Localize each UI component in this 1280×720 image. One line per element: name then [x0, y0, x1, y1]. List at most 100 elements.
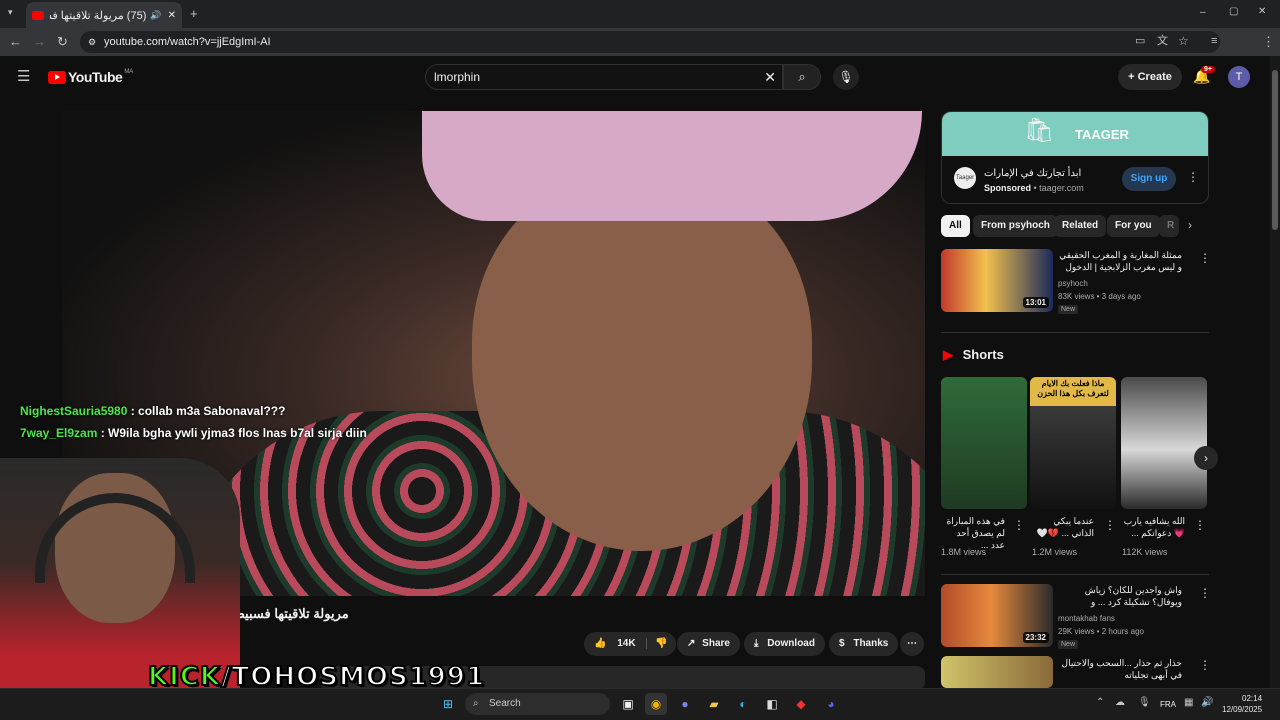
share-label: Share [702, 638, 730, 649]
new-tab-icon[interactable]: + [190, 7, 198, 20]
share-icon: ↗ [687, 638, 696, 649]
taskbar-clock[interactable]: 02:14 12/09/2025 [1222, 693, 1262, 715]
clock-time: 02:14 [1242, 694, 1263, 703]
related-video-title[interactable]: ممثلة المغاربة و المغرب الحقيقي و ليس مغ… [1058, 249, 1182, 273]
discord-icon[interactable]: ◕ [820, 693, 842, 715]
search-button[interactable]: ⌕ [783, 64, 821, 90]
create-label: Create [1137, 71, 1172, 83]
ad-menu-icon[interactable]: ⋮ [1187, 170, 1199, 184]
search-query: lmorphin [434, 70, 481, 84]
thanks-button[interactable]: $ Thanks [829, 632, 899, 656]
scrollbar-thumb[interactable] [1272, 70, 1278, 230]
short-title[interactable]: عندما يبكي الذاتي ... 💔🤍 [1030, 515, 1094, 539]
chat-text: : W9ila bgha ywli yjma3 flos lnas b7al s… [97, 426, 367, 440]
related-video-thumbnail[interactable] [941, 656, 1053, 688]
share-button[interactable]: ↗ Share [677, 632, 740, 656]
thanks-icon: $ [839, 638, 845, 649]
thanks-label: Thanks [853, 638, 889, 649]
short-menu-icon[interactable]: ⋮ [1104, 518, 1116, 532]
short-menu-icon[interactable]: ⋮ [1013, 518, 1025, 532]
related-video-channel[interactable]: psyhoch [1058, 279, 1088, 288]
shorts-next-icon[interactable]: › [1194, 446, 1218, 470]
tray-chevron-icon[interactable]: ⌃ [1096, 698, 1104, 708]
chip-related[interactable]: Related [1054, 215, 1107, 237]
related-video-title[interactable]: واش واجدين للكان؟ زياش ويوفال؟ تشكيلة كر… [1058, 584, 1182, 608]
voice-search-button[interactable]: 🎙 [833, 64, 859, 90]
minimize-icon[interactable]: – [1200, 8, 1206, 18]
tab-title: (75) مريولة تلاقيتها فسبيطار [50, 9, 147, 22]
start-icon[interactable]: ⊞ [437, 693, 459, 715]
bookmark-star-icon[interactable]: ☆ [1178, 35, 1189, 47]
maximize-icon[interactable]: ▢ [1229, 7, 1238, 17]
back-icon[interactable]: ← [9, 35, 22, 48]
related-video-channel[interactable]: montakhab fans [1058, 614, 1115, 623]
teams-icon[interactable]: ● [674, 693, 696, 715]
youtube-logo[interactable]: YouTube MA [48, 69, 133, 85]
onedrive-icon[interactable]: ☁ [1115, 698, 1125, 708]
chip-from-channel[interactable]: From psyhoch [973, 215, 1058, 237]
short-title[interactable]: في هذه المباراة لم يصدق أحد عدد ... [941, 515, 1005, 551]
short-caption: ماذا فعلت بك الايام لتعرف بكل هذا الحزن [1037, 379, 1109, 398]
task-view-icon[interactable]: ▣ [617, 693, 639, 715]
video-menu-icon[interactable]: ⋮ [1199, 251, 1211, 265]
browser-menu-icon[interactable]: ⋮ [1262, 35, 1275, 48]
chip-more[interactable]: R [1159, 215, 1179, 237]
clear-search-icon[interactable]: ✕ [764, 65, 776, 89]
short-thumbnail[interactable] [1121, 377, 1207, 509]
thumbs-down-icon[interactable]: 👎 [646, 638, 668, 649]
divider [941, 574, 1209, 575]
mic-tray-icon[interactable]: 🎙 [1138, 698, 1151, 708]
notification-badge: 9+ [1201, 66, 1215, 73]
chrome-icon[interactable]: ◉ [645, 693, 667, 715]
like-button[interactable]: 👍 14K 👎 [584, 632, 676, 656]
headphones-icon [35, 493, 195, 583]
site-info-icon[interactable]: ⚙ [88, 31, 96, 53]
account-avatar[interactable]: T [1228, 66, 1250, 88]
edge-icon[interactable]: ◐ [732, 693, 754, 715]
related-video-thumbnail[interactable]: 23:32 [941, 584, 1053, 647]
chips-next-icon[interactable]: › [1188, 219, 1192, 231]
short-views: 1.8M views [941, 547, 987, 557]
short-thumbnail[interactable] [941, 377, 1027, 509]
chip-for-you[interactable]: For you [1107, 215, 1160, 237]
language-indicator[interactable]: FRA [1160, 700, 1176, 709]
related-video-thumbnail[interactable]: 13:01 [941, 249, 1053, 312]
ad-brand: TAAGER [1075, 127, 1129, 142]
store-icon[interactable]: ◧ [761, 693, 783, 715]
thumbs-up-icon: 👍 [594, 638, 607, 649]
app-icon[interactable]: ◆ [790, 693, 812, 715]
file-explorer-icon[interactable]: ▰ [703, 693, 725, 715]
network-icon[interactable]: ▦ [1184, 698, 1193, 708]
video-menu-icon[interactable]: ⋮ [1199, 586, 1211, 600]
page-scrollbar[interactable] [1270, 56, 1280, 688]
translate-icon[interactable]: 文 [1157, 36, 1168, 47]
short-menu-icon[interactable]: ⋮ [1194, 518, 1206, 532]
related-video-title[interactable]: حذار ثم حذار ...السحب والاحتيال في أبهى … [1058, 657, 1182, 681]
search-input[interactable]: lmorphin ✕ [425, 64, 783, 90]
download-button[interactable]: ⤓ Download [744, 632, 825, 656]
notifications-button[interactable]: 🔔 9+ [1193, 66, 1215, 85]
sponsored-ad[interactable]: 🛍 TAAGER Taager ابدأ تجارتك في الإمارات … [941, 111, 1209, 204]
sponsored-label: Sponsored [984, 183, 1032, 193]
chat-username: NighestSauria5980 [20, 404, 128, 418]
address-bar[interactable]: ⚙ youtube.com/watch?v=jjEdgImI-AI [80, 31, 1220, 53]
forward-icon[interactable]: → [33, 35, 46, 48]
browser-tab[interactable]: (75) مريولة تلاقيتها فسبيطار 🔊 ✕ [26, 2, 182, 28]
more-actions-button[interactable]: ⋯ [900, 632, 924, 656]
create-button[interactable]: + Create [1118, 64, 1182, 90]
short-thumbnail[interactable]: ماذا فعلت بك الايام لتعرف بكل هذا الحزن [1030, 377, 1116, 509]
video-menu-icon[interactable]: ⋮ [1199, 658, 1211, 672]
short-title[interactable]: الله يشافيه يارب 💗 دعواتكم ... [1121, 515, 1185, 539]
close-window-icon[interactable]: ✕ [1258, 7, 1266, 17]
volume-icon[interactable]: 🔊 [1201, 698, 1213, 708]
ad-signup-button[interactable]: Sign up [1122, 167, 1176, 191]
tab-list-icon[interactable]: ▾ [8, 8, 13, 17]
chat-username: 7way_El9zam [20, 426, 98, 440]
chip-all[interactable]: All [941, 215, 970, 237]
reading-list-icon[interactable]: ≡ [1211, 36, 1217, 47]
hamburger-menu-icon[interactable]: ☰ [17, 69, 30, 84]
tab-close-icon[interactable]: ✕ [168, 10, 176, 21]
cast-icon[interactable]: ▭ [1135, 36, 1145, 47]
reload-icon[interactable]: ↻ [57, 35, 68, 48]
taskbar-search[interactable]: ⌕ Search [465, 693, 610, 715]
